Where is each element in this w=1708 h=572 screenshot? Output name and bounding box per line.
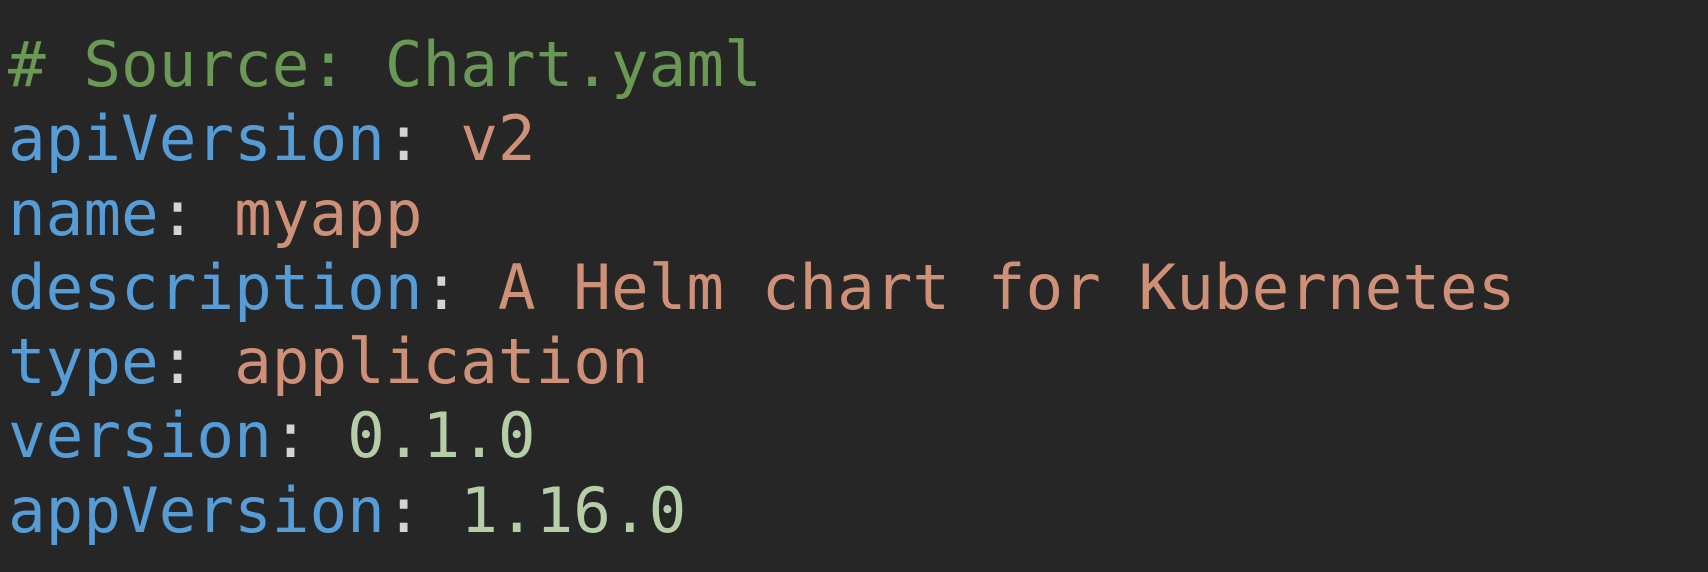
yaml-separator: : xyxy=(158,176,235,250)
yaml-value: myapp xyxy=(234,176,423,250)
yaml-key: apiVersion xyxy=(8,102,385,176)
yaml-value: application xyxy=(234,325,649,399)
code-line-appversion: appVersion: 1.16.0 xyxy=(8,474,1708,548)
code-line-comment: # Source: Chart.yaml xyxy=(8,28,1708,102)
code-line-name: name: myapp xyxy=(8,177,1708,251)
code-line-description: description: A Helm chart for Kubernetes xyxy=(8,251,1708,325)
code-block[interactable]: # Source: Chart.yaml apiVersion: v2 name: … xyxy=(8,28,1708,548)
yaml-value: 1.16.0 xyxy=(460,473,687,547)
yaml-key: name xyxy=(8,176,159,250)
yaml-separator: : xyxy=(384,102,461,176)
yaml-key: type xyxy=(8,325,159,399)
yaml-value: A Helm chart for Kubernetes xyxy=(497,250,1516,324)
yaml-separator: : xyxy=(158,325,235,399)
code-line-type: type: application xyxy=(8,325,1708,399)
yaml-key: version xyxy=(8,399,272,473)
code-line-version: version: 0.1.0 xyxy=(8,399,1708,473)
comment-text: # Source: Chart.yaml xyxy=(8,28,762,101)
yaml-key: appVersion xyxy=(8,473,385,547)
yaml-separator: : xyxy=(422,250,498,324)
yaml-separator: : xyxy=(271,399,348,473)
code-line-apiversion: apiVersion: v2 xyxy=(8,102,1708,176)
yaml-key: description xyxy=(8,250,423,324)
yaml-value: v2 xyxy=(460,102,536,176)
yaml-separator: : xyxy=(384,473,461,547)
code-editor[interactable]: # Source: Chart.yaml apiVersion: v2 name: … xyxy=(0,0,1708,572)
yaml-value: 0.1.0 xyxy=(347,399,536,473)
